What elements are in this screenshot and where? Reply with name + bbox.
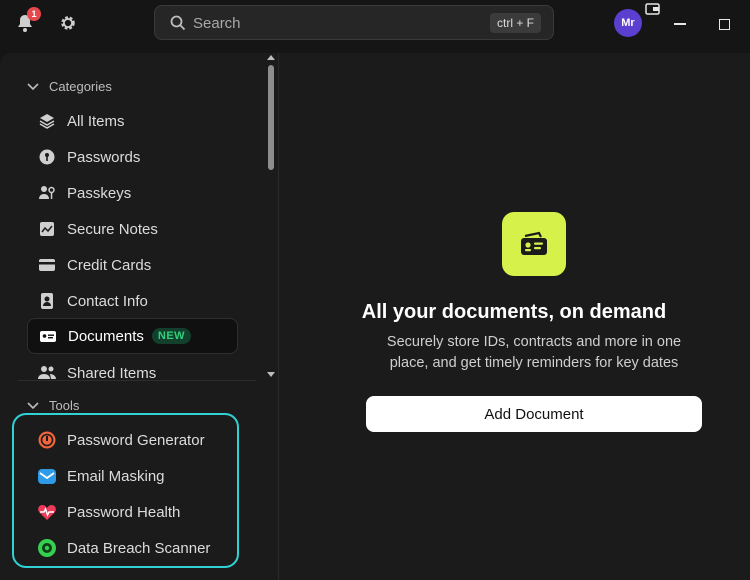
notification-badge: 1 [27, 7, 41, 21]
generator-icon [37, 430, 57, 450]
sidebar-item-credit-cards[interactable]: Credit Cards [27, 248, 238, 282]
contact-icon [37, 291, 57, 311]
avatar[interactable]: Mr [614, 9, 642, 37]
sidebar-item-all-items[interactable]: All Items [27, 104, 238, 138]
sidebar-item-passwords[interactable]: Passwords [27, 140, 238, 174]
add-document-button[interactable]: Add Document [366, 396, 702, 432]
sidebar-item-contact-info[interactable]: Contact Info [27, 284, 238, 318]
tools-label: Tools [49, 398, 80, 413]
page-description: Securely store IDs, contracts and more i… [386, 334, 682, 371]
key-icon [37, 147, 57, 167]
search-icon [169, 14, 187, 32]
documents-illustration [502, 212, 566, 276]
sidebar-scrollbar[interactable] [268, 65, 274, 170]
categories-label: Categories [49, 79, 112, 94]
layers-icon [37, 111, 57, 131]
tool-password-health[interactable]: Password Health [27, 495, 238, 529]
heart-pulse-icon [37, 502, 57, 522]
credit-card-icon [37, 255, 57, 275]
sidebar-item-secure-notes[interactable]: Secure Notes [27, 212, 238, 246]
sidebar-item-label: Contact Info [67, 292, 148, 310]
sidebar-item-label: Credit Cards [67, 256, 152, 274]
passkey-icon [37, 183, 57, 203]
mask-icon [37, 466, 57, 486]
search-placeholder: Search [193, 15, 241, 32]
sidebar-item-passkeys[interactable]: Passkeys [27, 176, 238, 210]
scroll-down-arrow[interactable] [267, 372, 275, 377]
tool-label: Password Generator [67, 431, 205, 449]
page-title: All your documents, on demand [361, 301, 667, 323]
search-shortcut: ctrl + F [489, 13, 541, 33]
chevron-down-icon [27, 82, 39, 90]
tool-data-breach-scanner[interactable]: Data Breach Scanner [27, 531, 238, 565]
note-icon [37, 219, 57, 239]
sidebar-divider [18, 380, 256, 381]
sidebar-item-documents[interactable]: Documents NEW [27, 318, 238, 354]
sidebar-item-label: Shared Items [67, 364, 157, 382]
new-badge: NEW [151, 328, 192, 344]
tool-label: Email Masking [67, 467, 165, 485]
sidebar-item-label: Passkeys [67, 184, 132, 202]
chevron-down-icon [27, 401, 39, 409]
tool-label: Data Breach Scanner [67, 539, 211, 557]
sidebar-item-label: Secure Notes [67, 220, 158, 238]
scanner-icon [37, 538, 57, 558]
tool-password-generator[interactable]: Password Generator [27, 423, 238, 457]
sidebar-item-label: Documents [68, 327, 144, 345]
minimize-button[interactable] [670, 14, 690, 34]
maximize-button[interactable] [714, 14, 734, 34]
tool-label: Password Health [67, 503, 181, 521]
sidebar-item-shared-items[interactable]: Shared Items [27, 356, 238, 390]
tools-header[interactable]: Tools [27, 398, 79, 413]
tool-email-masking[interactable]: Email Masking [27, 459, 238, 493]
categories-header[interactable]: Categories [27, 79, 112, 94]
search-bar[interactable]: Search ctrl + F [154, 5, 554, 40]
scroll-up-arrow[interactable] [267, 55, 275, 60]
minimize-icon [674, 23, 686, 25]
sidebar-item-label: Passwords [67, 148, 141, 166]
gear-icon[interactable] [58, 13, 78, 33]
wallet-icon [644, 2, 660, 16]
maximize-icon [718, 18, 730, 30]
title-bar: 1 Search ctrl + F Mr [0, 0, 750, 50]
sidebar-item-label: All Items [67, 112, 125, 130]
id-card-icon [38, 326, 58, 346]
id-card-icon [521, 231, 547, 255]
